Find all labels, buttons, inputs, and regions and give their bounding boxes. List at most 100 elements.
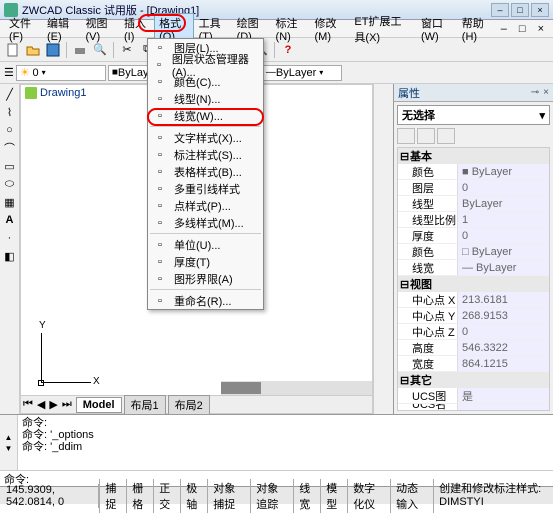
save-icon[interactable] xyxy=(44,41,62,59)
menu-item[interactable]: ▫单位(U)... xyxy=(148,236,263,253)
prop-btn1[interactable] xyxy=(397,128,415,144)
prop-category[interactable]: ⊟其它 xyxy=(398,372,549,388)
layer-props-icon[interactable]: ☰ xyxy=(4,66,14,79)
prop-value[interactable] xyxy=(458,404,549,411)
menu-item[interactable]: ▫文字样式(X)... xyxy=(148,129,263,146)
print-icon[interactable] xyxy=(71,41,89,59)
panel-pin-icon[interactable]: ⊸ xyxy=(531,87,539,98)
prop-value[interactable]: □ ByLayer xyxy=(458,244,549,260)
region-icon[interactable]: ◧ xyxy=(2,248,18,264)
help-icon[interactable]: ? xyxy=(279,41,297,59)
menu-item[interactable]: ▫厚度(T) xyxy=(148,253,263,270)
open-icon[interactable] xyxy=(24,41,42,59)
prop-row[interactable]: 颜色■ ByLayer xyxy=(398,164,549,180)
menu-help[interactable]: 帮助(H) xyxy=(457,13,496,45)
status-toggle[interactable]: 数字化仪 xyxy=(347,479,390,513)
tab-model[interactable]: Model xyxy=(76,397,122,413)
status-toggle[interactable]: 栅格 xyxy=(126,479,153,513)
prop-row[interactable]: 图层0 xyxy=(398,180,549,196)
prop-value[interactable]: 0 xyxy=(458,180,549,196)
cmd-down-icon[interactable]: ▼ xyxy=(5,444,13,453)
prop-value[interactable]: ByLayer xyxy=(458,196,549,212)
menu-item[interactable]: ▫多线样式(M)... xyxy=(148,214,263,231)
menu-item[interactable]: ▫点样式(P)... xyxy=(148,197,263,214)
panel-close-icon[interactable]: × xyxy=(543,87,549,98)
prop-value[interactable]: 268.9153 xyxy=(458,308,549,324)
maximize-button[interactable]: □ xyxy=(511,3,529,17)
prop-row[interactable]: 颜色□ ByLayer xyxy=(398,244,549,260)
prop-value[interactable]: 546.3322 xyxy=(458,340,549,356)
lineweight-combo[interactable]: — ByLayer▾ xyxy=(262,65,342,81)
prop-btn3[interactable] xyxy=(437,128,455,144)
cut-icon[interactable]: ✂ xyxy=(118,41,136,59)
prop-value[interactable]: 864.1215 xyxy=(458,356,549,372)
menu-item[interactable]: ▫图层状态管理器(A)... xyxy=(148,56,263,73)
menu-item[interactable]: ▫线宽(W)... xyxy=(148,107,263,124)
prop-value[interactable]: 1 xyxy=(458,212,549,228)
point-icon[interactable]: · xyxy=(2,230,18,246)
ellipse-icon[interactable]: ⬭ xyxy=(2,176,18,192)
prop-row[interactable]: 宽度864.1215 xyxy=(398,356,549,372)
prop-value[interactable]: 0 xyxy=(458,324,549,340)
prop-row[interactable]: 厚度0 xyxy=(398,228,549,244)
circle-icon[interactable]: ○ xyxy=(2,122,18,138)
tab-first[interactable]: ⏮ xyxy=(21,398,35,411)
prop-row[interactable]: 中心点 Y268.9153 xyxy=(398,308,549,324)
prop-row[interactable]: 线型ByLayer xyxy=(398,196,549,212)
doc-max[interactable]: □ xyxy=(514,21,531,37)
status-toggle[interactable]: 对象追踪 xyxy=(250,479,293,513)
tab-layout1[interactable]: 布局1 xyxy=(124,395,166,415)
prop-btn2[interactable] xyxy=(417,128,435,144)
menu-item[interactable]: ▫图形界限(A) xyxy=(148,270,263,287)
menu-item[interactable]: ▫重命名(R)... xyxy=(148,292,263,309)
status-toggle[interactable]: 线宽 xyxy=(293,479,320,513)
menu-modify[interactable]: 修改(M) xyxy=(310,13,350,45)
doc-min[interactable]: – xyxy=(496,21,512,37)
prop-row[interactable]: UCS名称 xyxy=(398,404,549,411)
menu-item[interactable]: ▫标注样式(S)... xyxy=(148,146,263,163)
prop-row[interactable]: 线宽— ByLayer xyxy=(398,260,549,276)
h-scrollbar[interactable] xyxy=(221,381,372,395)
prop-row[interactable]: 打开UCS图标是 xyxy=(398,388,549,404)
selection-combo[interactable]: 无选择▾ xyxy=(397,105,550,125)
text-icon[interactable]: A xyxy=(2,212,18,228)
status-toggle[interactable]: 创建和修改标注样式: DIMSTYI xyxy=(433,479,553,513)
close-button[interactable]: × xyxy=(531,3,549,17)
prop-category[interactable]: ⊟视图 xyxy=(398,276,549,292)
hatch-icon[interactable]: ▦ xyxy=(2,194,18,210)
prop-value[interactable]: 0 xyxy=(458,228,549,244)
menu-item[interactable]: ▫表格样式(B)... xyxy=(148,163,263,180)
new-icon[interactable] xyxy=(4,41,22,59)
layer-combo[interactable]: ☀ 0▾ xyxy=(16,65,106,81)
prop-value[interactable]: 是 xyxy=(458,388,549,404)
menu-et[interactable]: ET扩展工具(X) xyxy=(349,11,416,47)
tab-last[interactable]: ⏭ xyxy=(60,398,74,411)
arc-icon[interactable]: ⌒ xyxy=(2,140,18,156)
menu-window[interactable]: 窗口(W) xyxy=(416,13,457,45)
menu-item[interactable]: ▫多重引线样式 xyxy=(148,180,263,197)
status-toggle[interactable]: 对象捕捉 xyxy=(207,479,250,513)
prop-category[interactable]: ⊟基本 xyxy=(398,148,549,164)
prop-row[interactable]: 线型比例1 xyxy=(398,212,549,228)
prop-row[interactable]: 中心点 X213.6181 xyxy=(398,292,549,308)
preview-icon[interactable]: 🔍 xyxy=(91,41,109,59)
prop-value[interactable]: ■ ByLayer xyxy=(458,164,549,180)
tab-prev[interactable]: ◀ xyxy=(35,398,47,411)
status-toggle[interactable]: 极轴 xyxy=(180,479,207,513)
rect-icon[interactable]: ▭ xyxy=(2,158,18,174)
prop-value[interactable]: 213.6181 xyxy=(458,292,549,308)
menu-item[interactable]: ▫线型(N)... xyxy=(148,90,263,107)
status-toggle[interactable]: 正交 xyxy=(153,479,180,513)
status-toggle[interactable]: 模型 xyxy=(320,479,347,513)
tab-next[interactable]: ▶ xyxy=(47,398,59,411)
tab-layout2[interactable]: 布局2 xyxy=(168,395,210,415)
status-toggle[interactable]: 动态输入 xyxy=(390,479,433,513)
pline-icon[interactable]: ⌇ xyxy=(2,104,18,120)
line-icon[interactable]: ╱ xyxy=(2,86,18,102)
cmd-up-icon[interactable]: ▲ xyxy=(5,433,13,442)
prop-row[interactable]: 高度546.3322 xyxy=(398,340,549,356)
prop-row[interactable]: 中心点 Z0 xyxy=(398,324,549,340)
doc-close[interactable]: × xyxy=(533,21,549,37)
status-toggle[interactable]: 捕捉 xyxy=(99,479,126,513)
prop-value[interactable]: — ByLayer xyxy=(458,260,549,276)
